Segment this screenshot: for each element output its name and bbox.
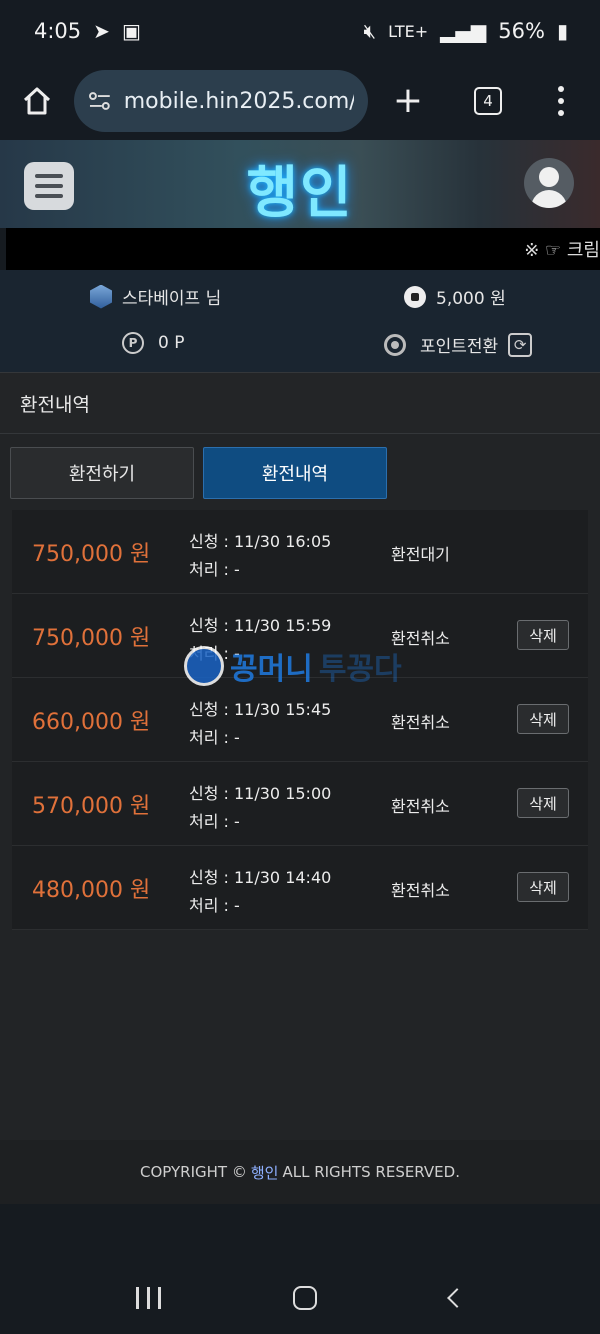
withdraw-status: 환전취소 xyxy=(391,713,450,732)
withdraw-list: 750,000 원 신청 : 11/30 16:05 처리 : - 환전대기 7… xyxy=(12,510,588,930)
delete-button[interactable]: 삭제 xyxy=(517,704,569,734)
withdraw-status: 환전대기 xyxy=(391,545,450,564)
level-badge-icon xyxy=(90,284,112,309)
status-bar: 4:05 ➤ ▣ 🔇︎ LTE+ ▂▄▆ 56% ▮ xyxy=(0,0,600,62)
request-time: 신청 : 11/30 14:40 xyxy=(189,868,332,887)
tab-switcher-button[interactable]: 4 xyxy=(474,87,502,115)
notice-ticker: ※ ☞ 크림 xyxy=(6,228,600,270)
signal-icon: ▂▄▆ xyxy=(440,19,487,43)
back-button[interactable] xyxy=(446,1288,467,1308)
watermark-text-faded: 투꽁다 xyxy=(318,652,402,687)
delete-button[interactable]: 삭제 xyxy=(517,620,569,650)
point-convert-button[interactable]: 포인트전환 ⟳ xyxy=(384,332,533,357)
watermark: 꽁머니 투꽁다 xyxy=(184,644,402,688)
withdraw-amount: 660,000 원 xyxy=(32,710,151,735)
point-convert-label: 포인트전환 xyxy=(420,337,499,357)
status-time: 4:05 xyxy=(34,19,82,43)
list-item: 480,000 원 신청 : 11/30 14:40 처리 : - 환전취소 삭… xyxy=(12,846,588,930)
gallery-icon: ▣ xyxy=(121,19,141,43)
address-bar[interactable]: mobile.hin2025.com/ xyxy=(74,70,368,132)
ticker-text: ※ ☞ 크림 xyxy=(524,240,600,261)
money-icon xyxy=(404,285,426,308)
site-settings-icon[interactable] xyxy=(88,91,112,111)
home-icon xyxy=(23,87,51,115)
point-convert-icon xyxy=(384,333,406,356)
user-avatar-icon[interactable] xyxy=(524,158,574,208)
list-item: 660,000 원 신청 : 11/30 15:45 처리 : - 환전취소 삭… xyxy=(12,678,588,762)
list-item: 570,000 원 신청 : 11/30 15:00 처리 : - 환전취소 삭… xyxy=(12,762,588,846)
copyright-brand: 행인 xyxy=(250,1163,279,1182)
recents-button[interactable] xyxy=(136,1287,162,1309)
copyright-suffix: ALL RIGHTS RESERVED. xyxy=(282,1163,460,1181)
request-time: 신청 : 11/30 15:45 xyxy=(189,700,332,719)
withdraw-amount: 570,000 원 xyxy=(32,794,151,819)
site-footer: COPYRIGHT © 행인 ALL RIGHTS RESERVED. xyxy=(0,1140,600,1204)
browser-menu-button[interactable] xyxy=(528,86,594,116)
watermark-text: 꽁머니 xyxy=(230,652,313,687)
refresh-icon[interactable]: ⟳ xyxy=(508,332,533,357)
watermark-logo-icon xyxy=(184,646,224,686)
withdraw-amount: 750,000 원 xyxy=(32,626,151,651)
home-button[interactable] xyxy=(0,86,74,116)
battery-percent: 56% xyxy=(498,19,545,43)
money-balance: 5,000 원 xyxy=(436,289,506,309)
site-header: 행인 xyxy=(0,140,600,228)
withdraw-amount: 480,000 원 xyxy=(32,878,151,903)
site-logo[interactable]: 행인 xyxy=(0,148,600,229)
battery-icon: ▮ xyxy=(556,19,568,43)
system-nav-bar xyxy=(0,1262,600,1334)
list-item: 750,000 원 신청 : 11/30 16:05 처리 : - 환전대기 xyxy=(12,510,588,594)
tab-withdraw[interactable]: 환전하기 xyxy=(10,447,194,499)
point-balance: 0 P xyxy=(158,333,185,353)
withdraw-amount: 750,000 원 xyxy=(32,542,151,567)
request-time: 신청 : 11/30 15:59 xyxy=(189,616,332,635)
new-tab-button[interactable]: + xyxy=(368,83,448,119)
tab-bar: 환전하기 환전내역 xyxy=(10,447,387,499)
browser-toolbar: mobile.hin2025.com/ + 4 xyxy=(0,62,600,140)
delete-button[interactable]: 삭제 xyxy=(517,872,569,902)
point-icon: P xyxy=(122,332,144,354)
telegram-icon: ➤ xyxy=(93,19,110,43)
request-time: 신청 : 11/30 15:00 xyxy=(189,784,332,803)
copyright-prefix: COPYRIGHT © xyxy=(140,1163,247,1181)
tab-withdraw-history[interactable]: 환전내역 xyxy=(203,447,387,499)
user-name: 스타베이프 님 xyxy=(122,289,222,309)
withdraw-status: 환전취소 xyxy=(391,881,450,900)
network-label: LTE+ xyxy=(388,21,429,41)
process-time: 처리 : - xyxy=(189,728,240,747)
request-time: 신청 : 11/30 16:05 xyxy=(189,532,332,551)
mute-icon: 🔇︎ xyxy=(363,19,377,43)
url-text: mobile.hin2025.com/ xyxy=(123,88,354,114)
user-info-panel: 스타베이프 님 5,000 원 P 0 P 포인트전환 ⟳ xyxy=(0,270,600,372)
process-time: 처리 : - xyxy=(189,812,240,831)
withdraw-status: 환전취소 xyxy=(391,797,450,816)
process-time: 처리 : - xyxy=(189,560,240,579)
process-time: 처리 : - xyxy=(189,896,240,915)
nav-home-button[interactable] xyxy=(293,1286,318,1310)
withdraw-history-panel: 환전내역 환전하기 환전내역 750,000 원 신청 : 11/30 16:0… xyxy=(0,372,600,1140)
page-title: 환전내역 xyxy=(0,372,600,434)
delete-button[interactable]: 삭제 xyxy=(517,788,569,818)
